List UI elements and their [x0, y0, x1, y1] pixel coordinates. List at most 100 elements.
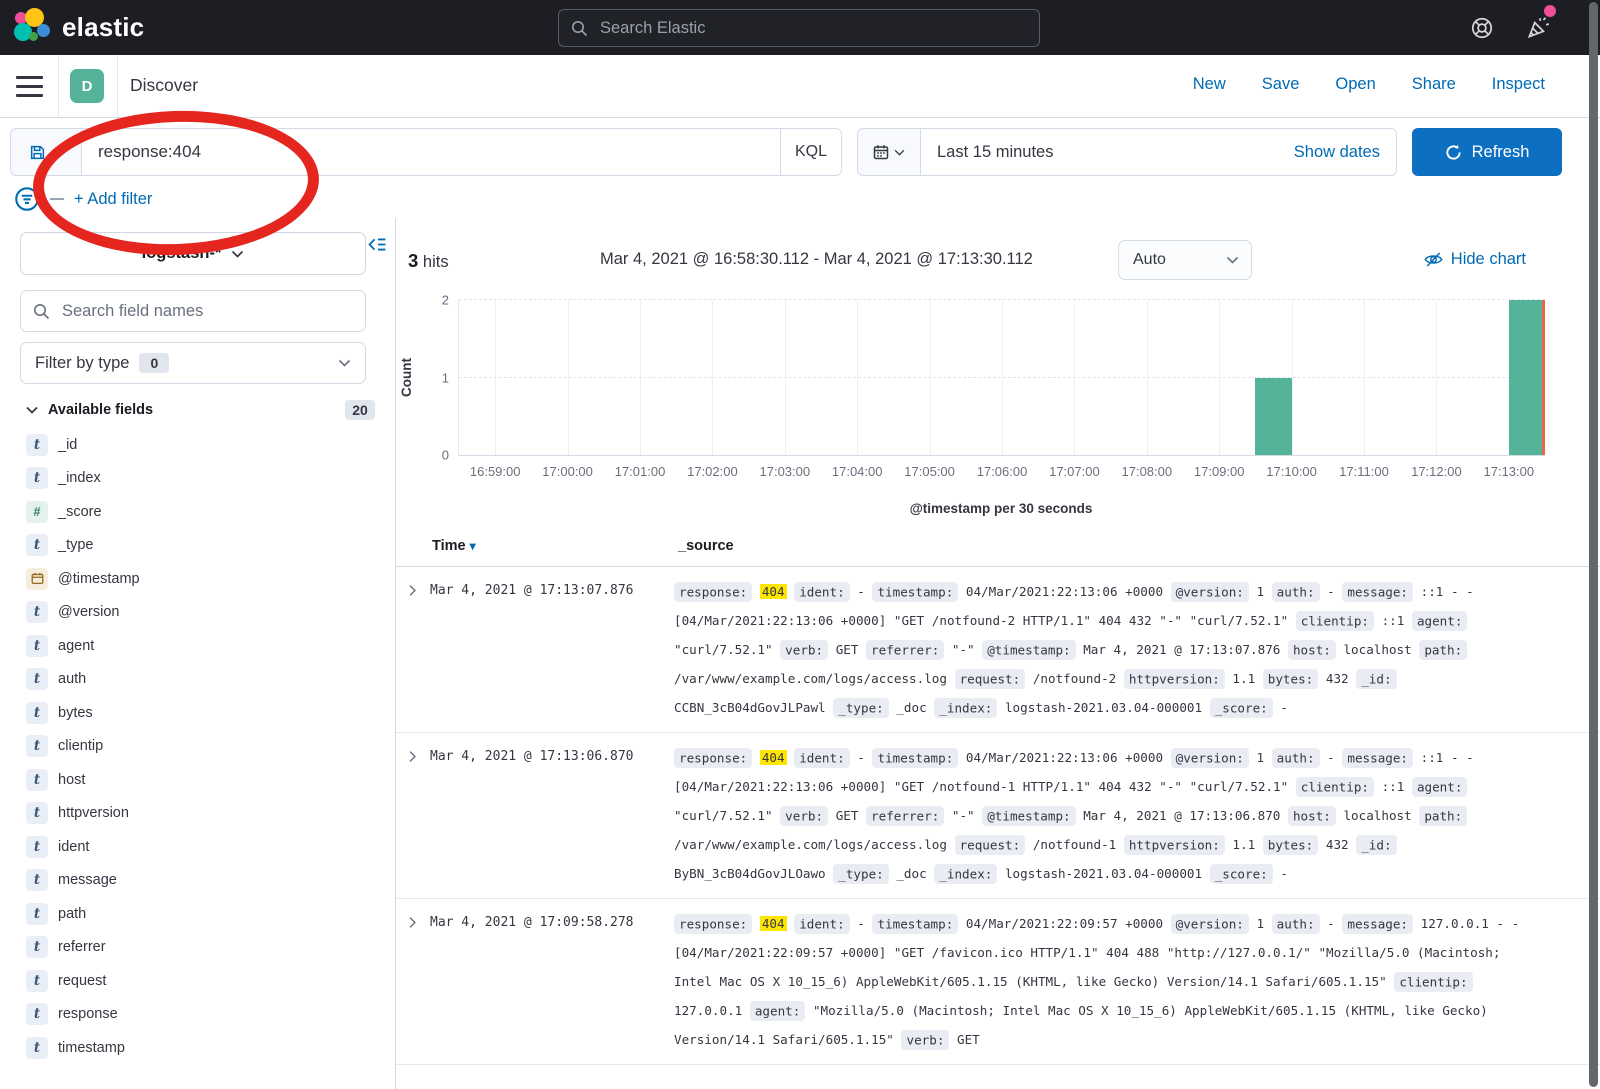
elastic-logo-text: elastic: [62, 12, 144, 43]
global-header: elastic: [0, 0, 1600, 55]
field-item-httpversion[interactable]: thttpversion: [0, 797, 394, 831]
histogram-bar[interactable]: [1509, 300, 1545, 455]
field-item-path[interactable]: tpath: [0, 897, 394, 931]
field-value: 1.1: [1232, 837, 1255, 852]
field-name: auth: [58, 671, 86, 687]
y-axis-tick-label: 0: [421, 449, 449, 462]
query-input[interactable]: [82, 142, 780, 162]
field-item-@version[interactable]: t@version: [0, 596, 394, 630]
field-search-input[interactable]: [60, 301, 353, 322]
menu-icon[interactable]: [16, 76, 43, 97]
interval-select[interactable]: Auto: [1118, 240, 1252, 280]
elastic-logo-icon: [14, 8, 52, 46]
field-value: /notfound-1: [1033, 837, 1116, 852]
collapse-sidebar-icon[interactable]: [368, 236, 387, 258]
nav-action-share[interactable]: Share: [1412, 75, 1456, 94]
field-name: referrer: [58, 939, 106, 955]
field-pill: agent:: [1412, 777, 1468, 797]
field-item-_score[interactable]: #_score: [0, 495, 394, 529]
expand-row-icon[interactable]: [406, 743, 430, 768]
field-item-agent[interactable]: tagent: [0, 629, 394, 663]
hide-chart-label: Hide chart: [1451, 250, 1526, 269]
calendar-icon: [873, 144, 889, 160]
field-item-response[interactable]: tresponse: [0, 998, 394, 1032]
refresh-icon: [1445, 144, 1462, 161]
field-type-string-icon: t: [26, 534, 48, 556]
expand-row-icon[interactable]: [406, 909, 430, 934]
chart-vertical-gridline: [785, 300, 786, 455]
histogram-bar[interactable]: [1255, 378, 1291, 456]
expand-row-icon[interactable]: [406, 577, 430, 602]
global-search-input[interactable]: [598, 18, 1027, 39]
field-type-string-icon: t: [26, 970, 48, 992]
y-axis-tick-label: 1: [421, 371, 449, 384]
scrollbar[interactable]: [1589, 2, 1598, 1087]
field-pill: httpversion:: [1124, 835, 1225, 855]
refresh-button[interactable]: Refresh: [1412, 128, 1562, 176]
field-item-auth[interactable]: tauth: [0, 663, 394, 697]
field-item-host[interactable]: thost: [0, 763, 394, 797]
field-pill: verb:: [780, 640, 828, 660]
field-value: localhost: [1343, 808, 1411, 823]
nav-action-new[interactable]: New: [1193, 75, 1226, 94]
field-item-referrer[interactable]: treferrer: [0, 931, 394, 965]
global-search[interactable]: [558, 9, 1040, 47]
field-pill: referrer:: [866, 806, 944, 826]
field-name: _score: [58, 504, 102, 520]
field-pill: request:: [955, 669, 1026, 689]
x-axis-tick-label: 17:10:00: [1266, 464, 1317, 479]
nav-action-save[interactable]: Save: [1262, 75, 1300, 94]
field-pill: @version:: [1171, 748, 1249, 768]
eye-closed-icon: [1424, 250, 1443, 269]
field-value: -: [857, 584, 865, 599]
field-pill: timestamp:: [872, 748, 958, 768]
time-range-value[interactable]: Last 15 minutes: [921, 143, 1294, 162]
field-value: -: [1280, 700, 1288, 715]
discover-app-badge[interactable]: D: [70, 69, 104, 103]
filter-bar: + Add filter: [14, 184, 152, 214]
field-value: -: [1327, 584, 1335, 599]
filter-by-type-dropdown[interactable]: Filter by type 0: [20, 342, 366, 384]
field-search[interactable]: [20, 290, 366, 332]
field-pill: _id:: [1356, 835, 1396, 855]
index-pattern-selector[interactable]: logstash-*: [20, 232, 366, 275]
field-item-clientip[interactable]: tclientip: [0, 730, 394, 764]
nav-action-inspect[interactable]: Inspect: [1492, 75, 1545, 94]
chart-vertical-gridline: [1219, 300, 1220, 455]
field-pill: response:: [674, 748, 752, 768]
field-type-date-icon: [26, 568, 48, 590]
index-pattern-name: logstash-*: [142, 244, 222, 263]
time-range-display[interactable]: Last 15 minutes Show dates: [921, 128, 1397, 176]
elastic-logo[interactable]: elastic: [14, 8, 144, 46]
filter-icon[interactable]: [14, 186, 40, 212]
field-type-string-icon: t: [26, 1037, 48, 1059]
field-type-string-icon: t: [26, 434, 48, 456]
field-value: GET: [957, 1032, 980, 1047]
field-name: request: [58, 973, 106, 989]
add-filter-link[interactable]: + Add filter: [74, 190, 152, 209]
date-picker-calendar-button[interactable]: [857, 128, 921, 176]
available-fields-header[interactable]: Available fields 20: [26, 398, 375, 422]
field-value: 04/Mar/2021:22:13:06 +0000: [966, 584, 1163, 599]
field-pill: message:: [1342, 582, 1413, 602]
sort-desc-icon: ▾: [470, 539, 476, 553]
show-dates-link[interactable]: Show dates: [1294, 143, 1396, 162]
field-pill: _score:: [1210, 864, 1273, 884]
nav-action-open[interactable]: Open: [1335, 75, 1375, 94]
saved-query-menu-button[interactable]: [10, 128, 82, 176]
field-item-message[interactable]: tmessage: [0, 864, 394, 898]
chart-vertical-gridline: [1364, 300, 1365, 455]
field-item-_id[interactable]: t_id: [0, 428, 394, 462]
hide-chart-button[interactable]: Hide chart: [1424, 250, 1526, 269]
query-language-button[interactable]: KQL: [780, 128, 842, 176]
field-item-_type[interactable]: t_type: [0, 529, 394, 563]
field-item-ident[interactable]: tident: [0, 830, 394, 864]
field-item-@timestamp[interactable]: @timestamp: [0, 562, 394, 596]
field-item-_index[interactable]: t_index: [0, 462, 394, 496]
field-item-timestamp[interactable]: ttimestamp: [0, 1031, 394, 1065]
field-item-request[interactable]: t request: [0, 964, 394, 998]
help-icon[interactable]: [1466, 12, 1498, 44]
field-pill: referrer:: [866, 640, 944, 660]
field-item-bytes[interactable]: tbytes: [0, 696, 394, 730]
column-header-time[interactable]: Time▾: [432, 538, 476, 554]
